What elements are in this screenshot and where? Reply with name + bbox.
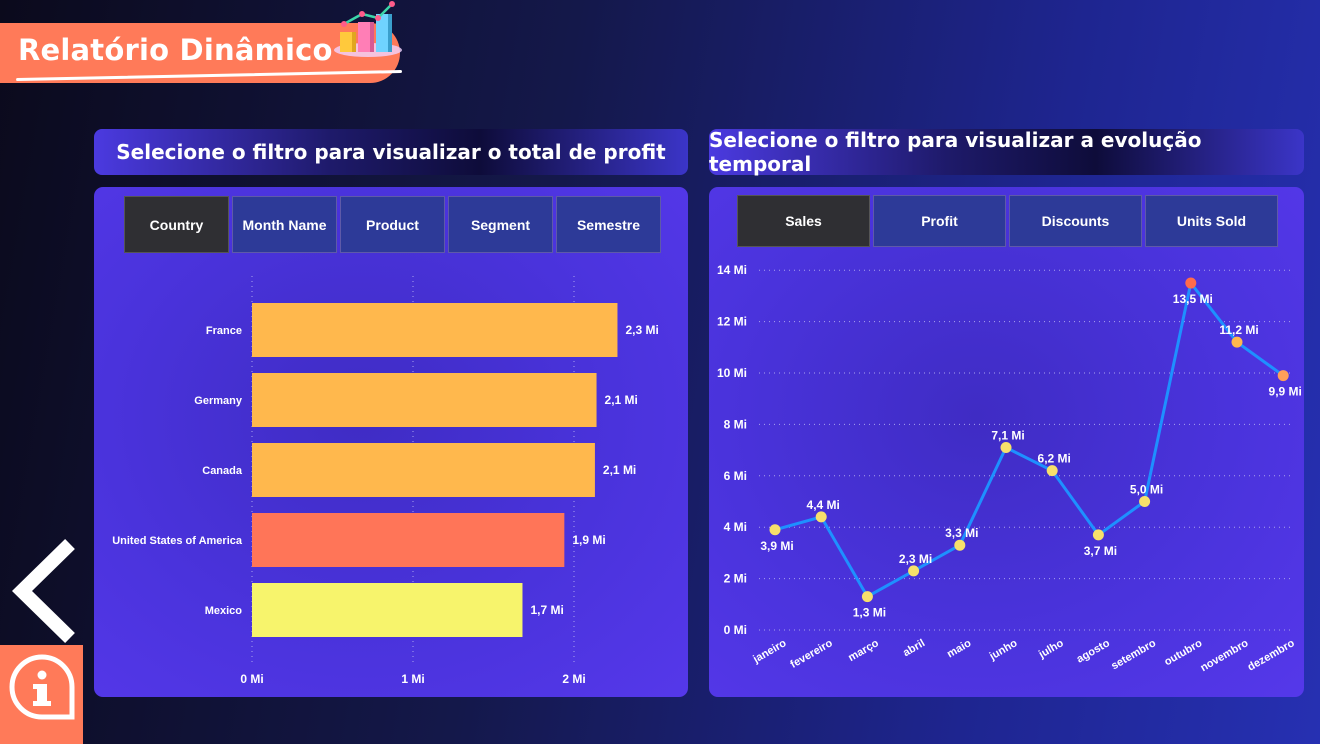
bar [252,303,618,357]
data-point [1185,277,1197,289]
data-label: 6,2 Mi [1038,452,1071,466]
right-panel-title: Selecione o filtro para visualizar a evo… [709,128,1202,176]
data-label: 7,1 Mi [991,429,1024,443]
profit-panel: Country Month Name Product Segment Semes… [94,187,688,697]
data-label: 11,2 Mi [1219,323,1258,337]
data-label: 2,3 Mi [625,323,658,337]
data-label: 4,4 Mi [807,498,840,512]
x-tick-label: janeiro [750,637,788,666]
category-label: France [206,325,242,337]
y-tick-label: 10 Mi [717,366,747,380]
y-tick-label: 4 Mi [724,520,747,534]
left-panel-title: Selecione o filtro para visualizar o tot… [116,140,666,164]
y-tick-label: 6 Mi [724,469,747,483]
page-title: Relatório Dinâmico [18,33,333,67]
data-label: 1,3 Mi [853,606,886,620]
data-label: 3,3 Mi [945,526,978,540]
x-tick-label: abril [901,637,927,659]
category-label: Mexico [205,605,243,617]
data-point [1231,336,1243,348]
data-point [861,591,873,603]
info-icon [9,654,75,720]
x-tick-label: novembro [1198,637,1250,674]
x-tick-label: 2 Mi [562,672,585,686]
title-underline [16,70,403,82]
bar [252,443,595,497]
y-tick-label: 14 Mi [717,263,747,277]
data-point [1139,496,1151,507]
data-point [769,524,781,536]
category-label: Canada [202,465,243,477]
data-label: 1,9 Mi [572,533,605,547]
x-tick-label: setembro [1109,637,1158,672]
data-label: 9,9 Mi [1269,385,1302,399]
x-tick-label: fevereiro [788,637,834,671]
data-label: 5,0 Mi [1130,483,1163,497]
chevron-left-icon[interactable] [8,538,80,644]
x-tick-label: 1 Mi [401,672,424,686]
data-point [1000,442,1012,454]
info-button[interactable] [0,645,83,744]
profit-bar-chart: 0 Mi 1 Mi 2 Mi France 2,3 Mi Germany 2,1 Mi Can… [112,276,659,686]
y-tick-label: 2 Mi [724,572,747,586]
x-tick-label: março [846,637,881,664]
data-point [1277,370,1289,382]
x-tick-label: julho [1036,637,1066,661]
x-tick-label: dezembro [1246,637,1297,674]
data-point [1046,465,1058,477]
category-label: United States of America [112,535,243,547]
data-point [954,539,966,551]
data-label: 1,7 Mi [530,603,563,617]
x-tick-label: maio [945,637,973,660]
timeline-panel: Sales Profit Discounts Units Sold 0 Mi 2 … [709,187,1304,697]
bar-chart-3d-icon [334,1,402,57]
bar [252,513,565,567]
data-point [1092,529,1104,541]
category-label: Germany [194,395,243,407]
sales-line-chart: 0 Mi 2 Mi 4 Mi 6 Mi 8 Mi 10 Mi 12 Mi 14 Mi 3,9 M… [717,263,1302,674]
data-label: 13,5 Mi [1173,292,1213,306]
right-panel-title-bar: Selecione o filtro para visualizar a evo… [709,128,1304,176]
data-label: 3,9 Mi [760,539,793,553]
data-label: 2,3 Mi [899,552,932,566]
data-point [908,565,920,577]
data-label: 3,7 Mi [1084,544,1117,558]
x-tick-label: junho [987,637,1020,663]
data-label: 2,1 Mi [603,463,636,477]
data-label: 2,1 Mi [605,393,638,407]
left-panel-title-bar: Selecione o filtro para visualizar o tot… [94,129,688,175]
bar [252,583,523,637]
y-tick-label: 12 Mi [717,315,747,329]
x-tick-label: agosto [1075,637,1112,666]
data-point [815,511,827,523]
y-tick-label: 8 Mi [724,417,747,431]
x-tick-label: 0 Mi [240,672,263,686]
y-tick-label: 0 Mi [724,623,747,637]
sales-line [774,279,1285,599]
bar [252,373,597,427]
